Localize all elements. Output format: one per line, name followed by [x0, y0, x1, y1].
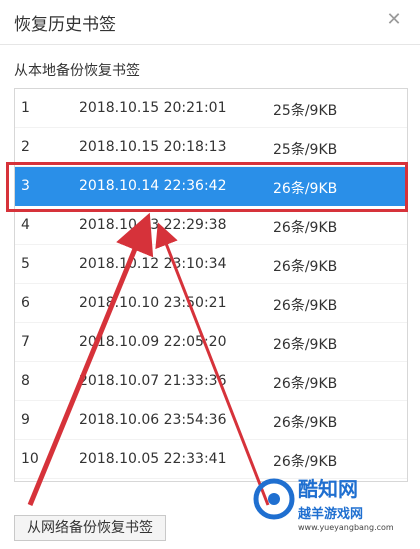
dialog-title: 恢复历史书签	[14, 15, 116, 35]
backup-datetime: 2018.10.09 22:05:20	[79, 334, 227, 350]
backup-index: 6	[21, 295, 30, 311]
backup-datetime: 2018.10.07 21:33:36	[79, 373, 227, 389]
backup-info: 25条/9KB	[273, 103, 338, 119]
close-icon[interactable]: ✕	[384, 10, 404, 30]
dialog-titlebar: 恢复历史书签 ✕	[0, 0, 420, 45]
backup-index: 2	[21, 139, 30, 155]
backup-row[interactable]: 2 2018.10.15 20:18:13 25条/9KB	[15, 128, 407, 167]
backup-datetime: 2018.10.15 20:21:01	[79, 100, 227, 116]
backup-index: 1	[21, 100, 30, 116]
watermark-name: 酷知网	[298, 477, 358, 501]
local-backup-label: 从本地备份恢复书签	[14, 63, 140, 79]
restore-bookmarks-dialog: 恢复历史书签 ✕ 从本地备份恢复书签 1 2018.10.15 20:21:01…	[0, 0, 420, 549]
backup-row-selected[interactable]: 3 2018.10.14 22:36:42 26条/9KB	[15, 167, 407, 206]
backup-row[interactable]: 6 2018.10.10 23:50:21 26条/9KB	[15, 284, 407, 323]
backup-index: 10	[21, 451, 39, 467]
backup-row[interactable]: 5 2018.10.12 23:10:34 26条/9KB	[15, 245, 407, 284]
backup-row[interactable]: 9 2018.10.06 23:54:36 26条/9KB	[15, 401, 407, 440]
backup-datetime: 2018.10.05 22:33:41	[79, 451, 227, 467]
backup-datetime: 2018.10.12 23:10:34	[79, 256, 227, 272]
backup-info: 26条/9KB	[273, 454, 338, 470]
backup-row[interactable]: 7 2018.10.09 22:05:20 26条/9KB	[15, 323, 407, 362]
backup-info: 25条/9KB	[273, 142, 338, 158]
backup-index: 4	[21, 217, 30, 233]
backup-datetime: 2018.10.10 23:50:21	[79, 295, 227, 311]
backup-info: 26条/9KB	[273, 181, 338, 197]
backup-datetime: 2018.10.15 20:18:13	[79, 139, 227, 155]
backup-datetime: 2018.10.13 22:29:38	[79, 217, 227, 233]
backup-index: 8	[21, 373, 30, 389]
backup-datetime: 2018.10.14 22:36:42	[79, 178, 227, 194]
network-restore-button[interactable]: 从网络备份恢复书签	[14, 515, 166, 541]
backup-row[interactable]: 1 2018.10.15 20:21:01 25条/9KB	[15, 89, 407, 128]
backup-index: 7	[21, 334, 30, 350]
backup-info: 26条/9KB	[273, 298, 338, 314]
watermark-logo-icon	[253, 478, 295, 520]
backup-info: 26条/9KB	[273, 376, 338, 392]
backup-index: 3	[21, 178, 30, 194]
backup-list[interactable]: 1 2018.10.15 20:21:01 25条/9KB 2 2018.10.…	[14, 88, 408, 482]
backup-info: 26条/9KB	[273, 337, 338, 353]
backup-datetime: 2018.10.06 23:54:36	[79, 412, 227, 428]
backup-info: 26条/9KB	[273, 220, 338, 236]
watermark: 酷知网 越羊游戏网 www.yueyangbang.com	[252, 471, 412, 541]
watermark-url: www.yueyangbang.com	[298, 523, 394, 532]
backup-info: 26条/9KB	[273, 259, 338, 275]
watermark-site: 越羊游戏网	[298, 507, 364, 522]
backup-index: 9	[21, 412, 30, 428]
backup-row[interactable]: 8 2018.10.07 21:33:36 26条/9KB	[15, 362, 407, 401]
backup-row[interactable]: 4 2018.10.13 22:29:38 26条/9KB	[15, 206, 407, 245]
backup-index: 5	[21, 256, 30, 272]
backup-info: 26条/9KB	[273, 415, 338, 431]
